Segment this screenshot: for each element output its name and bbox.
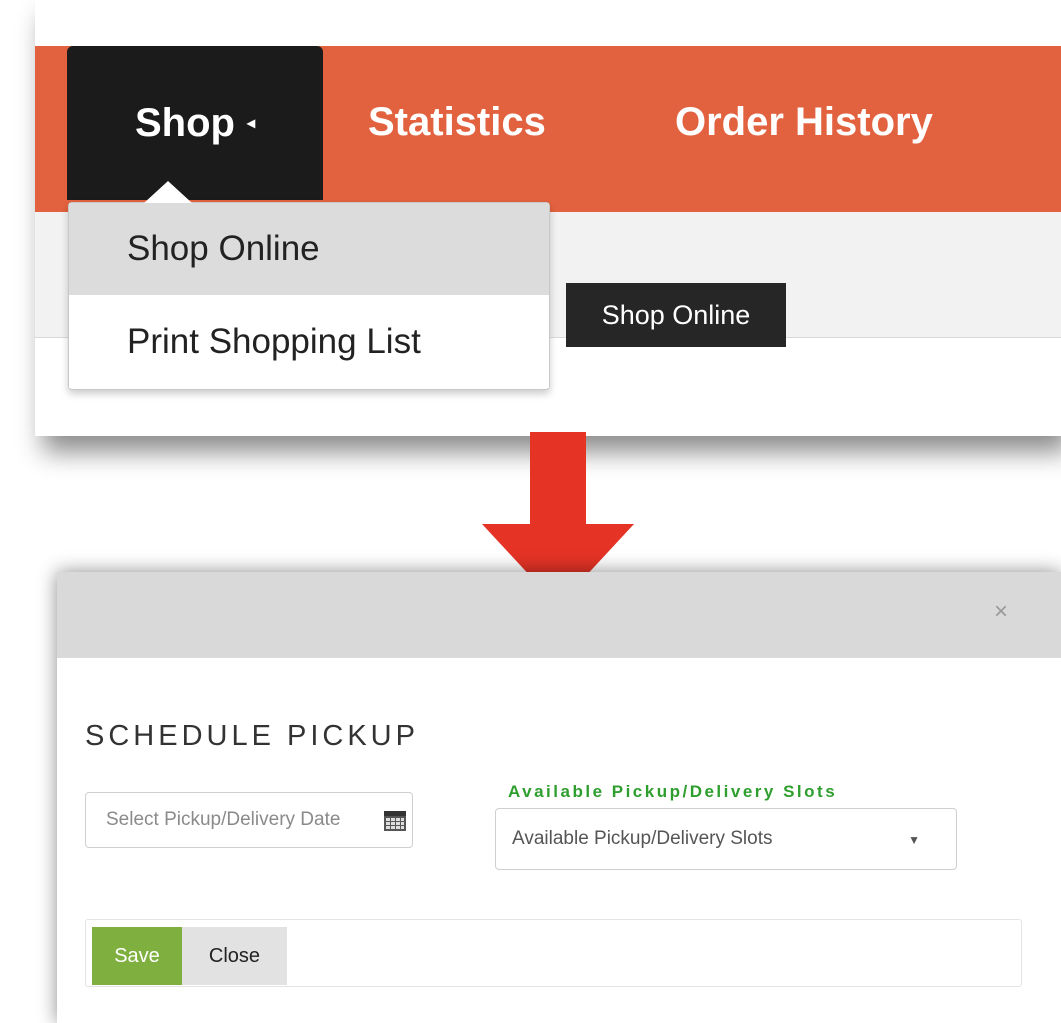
navbar-screenshot-panel: Shop ◂ Statistics Order History Shop Onl… bbox=[35, 0, 1061, 436]
nav-statistics-label: Statistics bbox=[368, 99, 546, 144]
pickup-slots-select[interactable]: Available Pickup/Delivery Slots ▼ bbox=[495, 808, 957, 870]
pickup-date-placeholder: Select Pickup/Delivery Date bbox=[106, 809, 341, 830]
schedule-pickup-modal: × SCHEDULE PICKUP Select Pickup/Delivery… bbox=[57, 572, 1061, 1023]
calendar-icon[interactable] bbox=[384, 811, 406, 831]
dropdown-pointer bbox=[144, 181, 192, 203]
nav-order-history-label: Order History bbox=[675, 99, 933, 144]
nav-shop-label: Shop bbox=[134, 100, 235, 145]
close-icon[interactable]: × bbox=[994, 600, 1008, 624]
shop-dropdown-menu: Shop Online Print Shopping List bbox=[68, 181, 550, 390]
caret-left-icon: ◂ bbox=[246, 115, 255, 132]
pickup-slots-value: Available Pickup/Delivery Slots bbox=[512, 828, 773, 849]
menu-item-print-shopping-list[interactable]: Print Shopping List bbox=[69, 296, 549, 388]
pickup-date-field[interactable]: Select Pickup/Delivery Date bbox=[85, 792, 413, 848]
menu-item-shop-online[interactable]: Shop Online bbox=[69, 203, 549, 295]
nav-statistics-tab[interactable]: Statistics bbox=[368, 46, 546, 198]
close-button[interactable]: Close bbox=[182, 927, 287, 985]
nav-order-history-tab[interactable]: Order History bbox=[675, 46, 933, 198]
tooltip-shop-online: Shop Online bbox=[566, 283, 786, 347]
modal-title: SCHEDULE PICKUP bbox=[85, 720, 419, 752]
dropdown-caret-icon: ▼ bbox=[908, 833, 920, 847]
top-strip bbox=[35, 0, 1061, 46]
pickup-slots-legend: Available Pickup/Delivery Slots bbox=[504, 782, 842, 802]
nav-shop-tab[interactable]: Shop ◂ bbox=[67, 46, 323, 200]
modal-header bbox=[57, 572, 1061, 658]
save-button[interactable]: Save bbox=[92, 927, 182, 985]
